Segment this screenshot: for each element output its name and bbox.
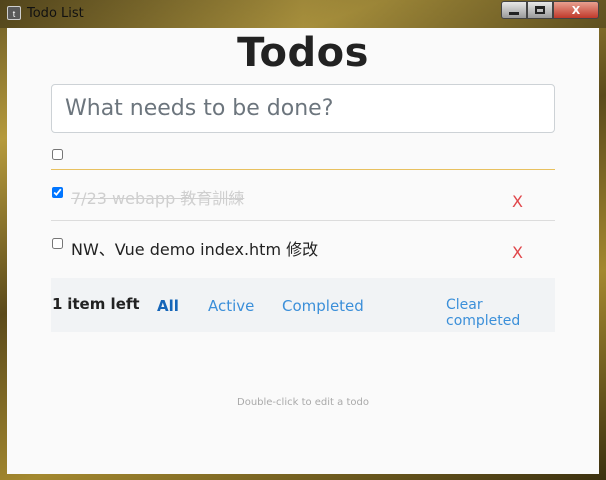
maximize-icon — [535, 6, 545, 14]
maximize-button[interactable] — [527, 1, 553, 19]
title-bar[interactable]: t Todo List X — [0, 0, 606, 28]
minimize-icon — [509, 11, 519, 15]
todo-label[interactable]: 7/23 webapp 教育訓練 — [71, 185, 244, 209]
todo-complete-checkbox[interactable] — [52, 187, 63, 198]
app-icon: t — [7, 6, 21, 20]
delete-todo-button[interactable]: X — [512, 192, 523, 211]
todo-item: NW、Vue demo index.htm 修改 X — [51, 221, 555, 271]
todo-label[interactable]: NW、Vue demo index.htm 修改 — [71, 236, 318, 260]
todo-app: Todos 7/23 webapp 教育訓練 X NW、Vue demo ind… — [7, 28, 599, 474]
todo-complete-checkbox[interactable] — [52, 238, 63, 249]
edit-hint: Double-click to edit a todo — [237, 397, 369, 408]
close-button[interactable]: X — [553, 1, 599, 19]
window-title: Todo List — [27, 6, 84, 21]
todo-item: 7/23 webapp 教育訓練 X — [51, 170, 555, 221]
items-left-count: 1 item left — [52, 295, 140, 313]
filter-completed[interactable]: Completed — [282, 297, 364, 315]
page-title: Todos — [237, 30, 369, 76]
clear-completed-button[interactable]: Clear completed — [446, 297, 555, 329]
filter-all[interactable]: All — [157, 297, 179, 315]
app-window: t Todo List X Todos 7/23 webapp 教育訓練 X N… — [0, 0, 606, 480]
window-controls: X — [501, 1, 599, 20]
toggle-all-checkbox[interactable] — [52, 149, 63, 160]
filter-active[interactable]: Active — [208, 297, 254, 315]
minimize-button[interactable] — [501, 1, 527, 19]
new-todo-input[interactable] — [51, 84, 555, 133]
close-icon: X — [571, 3, 581, 17]
delete-todo-button[interactable]: X — [512, 243, 523, 262]
todo-footer: 1 item left All Active Completed Clear c… — [51, 278, 555, 332]
items-left-suffix: item left — [67, 295, 140, 313]
items-left-number: 1 — [52, 295, 63, 313]
